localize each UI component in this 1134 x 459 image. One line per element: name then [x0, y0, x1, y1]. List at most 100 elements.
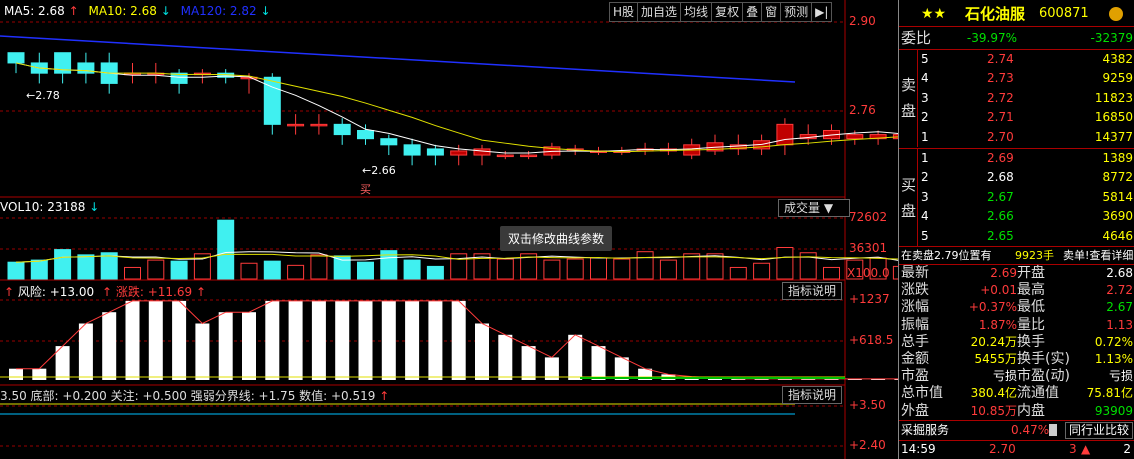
risk-bar [32, 368, 47, 380]
pending-order-row: 在卖盘2.79位置有 9923手 卖单!查看详细 [899, 246, 1134, 265]
order-level: 1 [921, 151, 929, 165]
ma120-line [0, 35, 796, 83]
quote-label: 开盘 [1017, 265, 1045, 281]
risk-bar [288, 300, 303, 380]
chart-toolbar: H股 加自选 均线 复权 叠 窗 预测 ▶| [609, 2, 833, 22]
buy-order-row[interactable]: 3 2.67 5814 [899, 188, 1134, 207]
volume-bar [77, 254, 95, 280]
risk-bar [195, 323, 210, 380]
volume-bar [124, 266, 141, 280]
quote-value: 2.67 [1106, 300, 1133, 315]
candle [333, 123, 351, 136]
tooltip: 双击修改曲线参数 [500, 226, 613, 251]
sell-order-row[interactable]: 1 2.70 14377 [899, 128, 1134, 147]
globe-icon[interactable] [1109, 7, 1123, 21]
overlay-button[interactable]: 叠 [742, 2, 763, 22]
candle [496, 154, 514, 158]
quote-label: 换手 [1017, 333, 1045, 350]
add-watchlist-button[interactable]: 加自选 [637, 2, 682, 22]
adjust-button[interactable]: 复权 [711, 2, 744, 22]
sell-order-row[interactable]: 3 2.72 11823 [899, 89, 1134, 108]
quote-label: 市盈 [901, 368, 929, 385]
volume-bar [636, 251, 654, 280]
quote-value: 亏损 [992, 369, 1017, 384]
volume-bar [823, 266, 840, 280]
order-level: 2 [921, 110, 929, 125]
order-level: 4 [921, 71, 929, 86]
volume-dropdown[interactable]: 成交量 ▼ [778, 199, 850, 217]
risk-bar [521, 346, 536, 380]
buy-order-row[interactable]: 5 2.65 4646 [899, 227, 1134, 246]
window-button[interactable]: 窗 [761, 2, 782, 22]
volume-bar [613, 258, 631, 280]
quote-value: 亏损 [1108, 369, 1133, 384]
quote-value: 20.24万 [970, 334, 1017, 349]
risk-bar [9, 368, 23, 380]
quote-value: 5455万 [974, 352, 1017, 366]
order-volume: 8772 [1102, 170, 1133, 185]
candle [287, 123, 305, 127]
axis-label-risk-high: +1237 [849, 292, 890, 306]
axis-label-bottom-high: +3.50 [849, 398, 886, 412]
sell-order-row[interactable]: 5 2.74 4382 [899, 50, 1134, 69]
quote-value: 75.81亿 [1086, 386, 1133, 401]
tick-row: 14:59 2.70 3 ▲ 2 [899, 440, 1134, 459]
risk-indicator: ↑ 风险: +13.00 ↑ 涨跌: +11.69 ↑ [4, 285, 207, 299]
sell-order-row[interactable]: 2 2.71 16850 [899, 108, 1134, 127]
risk-bar [428, 300, 443, 380]
volume-bar [590, 257, 607, 280]
order-level: 3 [921, 90, 929, 105]
candle [403, 144, 421, 156]
order-price: 2.68 [987, 170, 1014, 185]
quote-label: 最高 [1017, 282, 1045, 299]
star-icon[interactable]: ★★ [921, 3, 946, 25]
indicator-help-button-2[interactable]: 指标说明 [782, 386, 843, 404]
up-arrow-icon: ▲ [1081, 442, 1091, 456]
quote-label: 涨跌 [901, 282, 929, 299]
candle [520, 154, 538, 158]
quote-row: 总手 20.24万 换手 0.72% [899, 334, 1134, 351]
order-price: 2.69 [987, 151, 1014, 165]
quote-value: 1.13 [1106, 317, 1133, 332]
order-price: 2.74 [987, 52, 1014, 66]
bottom-indicator: 3.50 底部: +0.200 关注: +0.500 强弱分界线: +1.75 … [0, 389, 390, 403]
risk-bar [311, 300, 326, 380]
quote-value: +0.01 [980, 283, 1017, 298]
industry-compare-button[interactable]: 同行业比较 [1064, 422, 1133, 439]
ma-button[interactable]: 均线 [680, 2, 713, 22]
order-volume: 16850 [1094, 110, 1133, 125]
risk-bar [451, 300, 466, 380]
buy-order-row[interactable]: 1 2.69 1389 [899, 149, 1134, 168]
quote-row: 涨跌 +0.01 最高 2.72 [899, 282, 1134, 299]
collapse-panel-button[interactable]: ▶| [811, 2, 833, 22]
risk-bar [591, 346, 606, 380]
quote-row: 涨幅 +0.37% 最低 2.67 [899, 299, 1134, 316]
quote-value: 2.72 [1106, 283, 1133, 298]
order-level: 2 [921, 170, 929, 185]
hk-share-button[interactable]: H股 [609, 2, 639, 22]
forecast-button[interactable]: 预测 [780, 2, 813, 22]
order-price: 2.70 [987, 129, 1014, 144]
volume-bar [333, 255, 351, 280]
quote-value: 1.13% [1094, 352, 1133, 366]
indicator-help-button-1[interactable]: 指标说明 [782, 282, 843, 300]
order-level: 5 [921, 228, 929, 243]
stock-title: ★★ 石化油服 600871 [899, 3, 1134, 25]
pending-detail-link[interactable]: 卖单!查看详细 [1063, 246, 1133, 265]
axis-label-risk-mid: +618.5 [849, 333, 894, 347]
buy-order-row[interactable]: 4 2.66 3690 [899, 207, 1134, 226]
volume-bar [357, 261, 374, 280]
order-volume: 11823 [1094, 90, 1133, 105]
sector-row: 采掘服务 0.47% 同行业比较 [899, 421, 1134, 440]
risk-bar [102, 312, 117, 380]
volume-bar [566, 258, 584, 280]
volume-bar [147, 259, 165, 280]
axis-label-vol-high: 72602 [849, 210, 888, 224]
sell-order-row[interactable]: 4 2.73 9259 [899, 69, 1134, 88]
volume-bar [310, 254, 328, 280]
risk-bar [381, 300, 396, 380]
quote-label: 总手 [901, 333, 929, 350]
risk-bar [475, 323, 489, 380]
buy-order-row[interactable]: 2 2.68 8772 [899, 168, 1134, 187]
order-volume: 4382 [1102, 52, 1133, 66]
